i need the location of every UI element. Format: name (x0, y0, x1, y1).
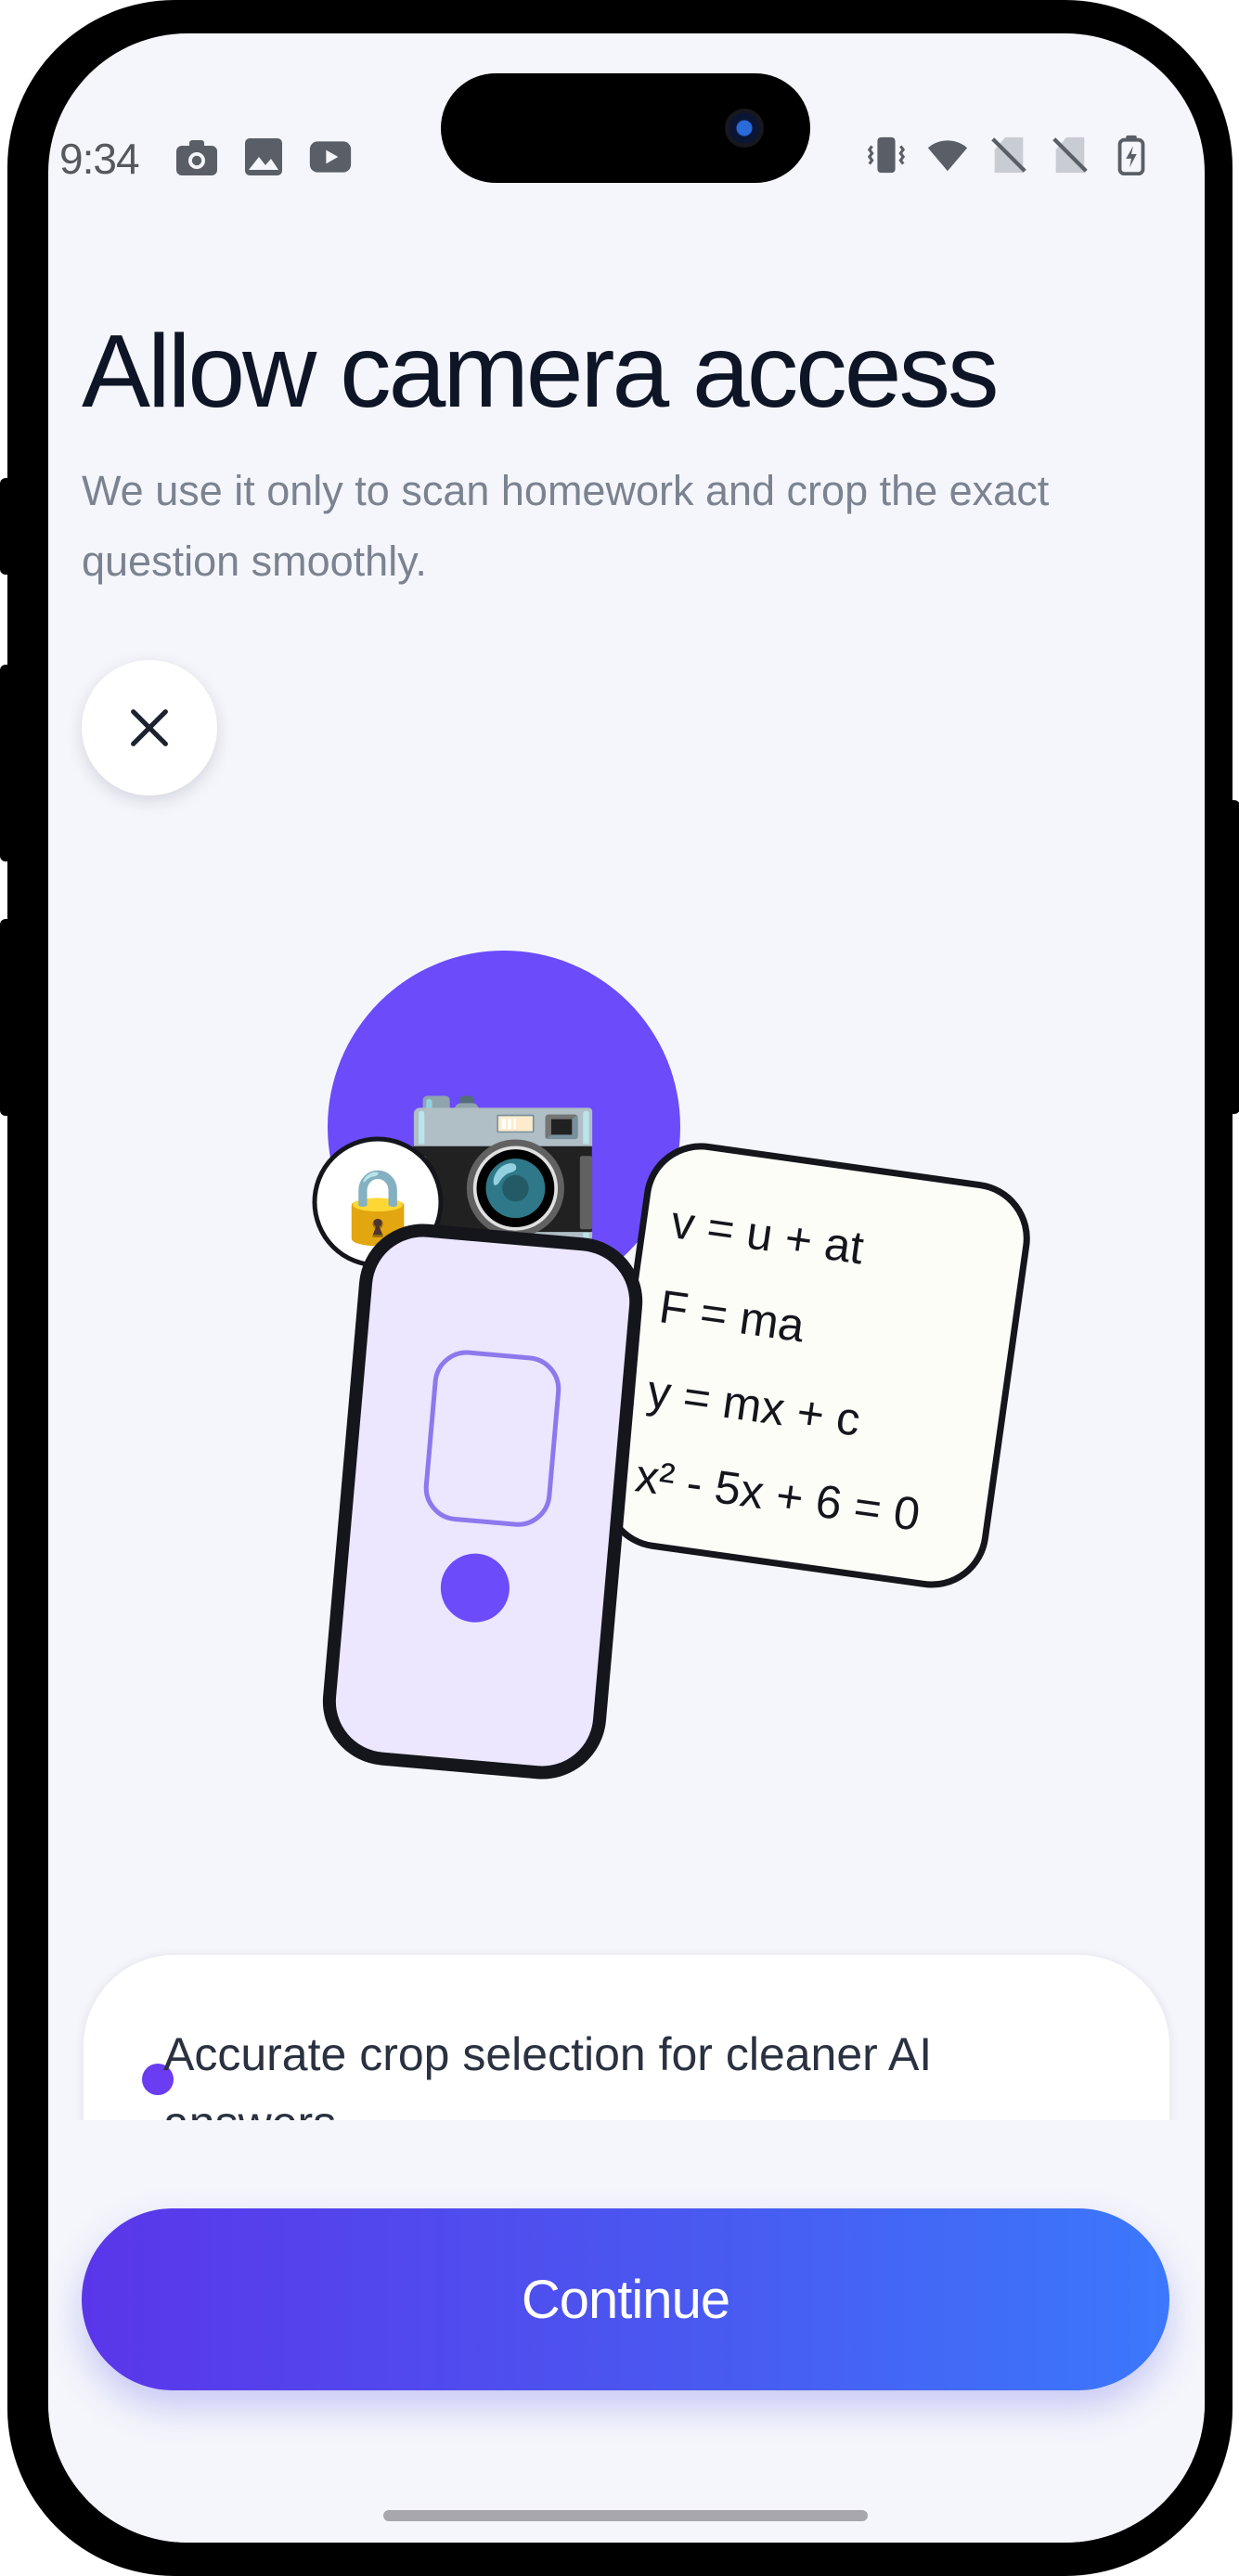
app-screen: 9:34 Allow camera access We use it only … (48, 33, 1205, 2543)
power-button (1227, 800, 1239, 1114)
phone-frame: 9:34 Allow camera access We use it only … (0, 0, 1239, 2576)
volume-up-button (0, 665, 13, 861)
home-indicator[interactable] (383, 2510, 868, 2521)
phone-illustration (322, 1223, 643, 1780)
continue-button[interactable]: Continue (82, 2208, 1169, 2390)
formula-card: v = u + at F = ma y = mx + c x² - 5x + 6… (602, 1143, 1030, 1588)
action-button (0, 478, 13, 575)
camera-illustration: 📷 v = u + at F = ma y = mx + c x² - 5x +… (312, 951, 1030, 1780)
volume-down-button (0, 919, 13, 1116)
